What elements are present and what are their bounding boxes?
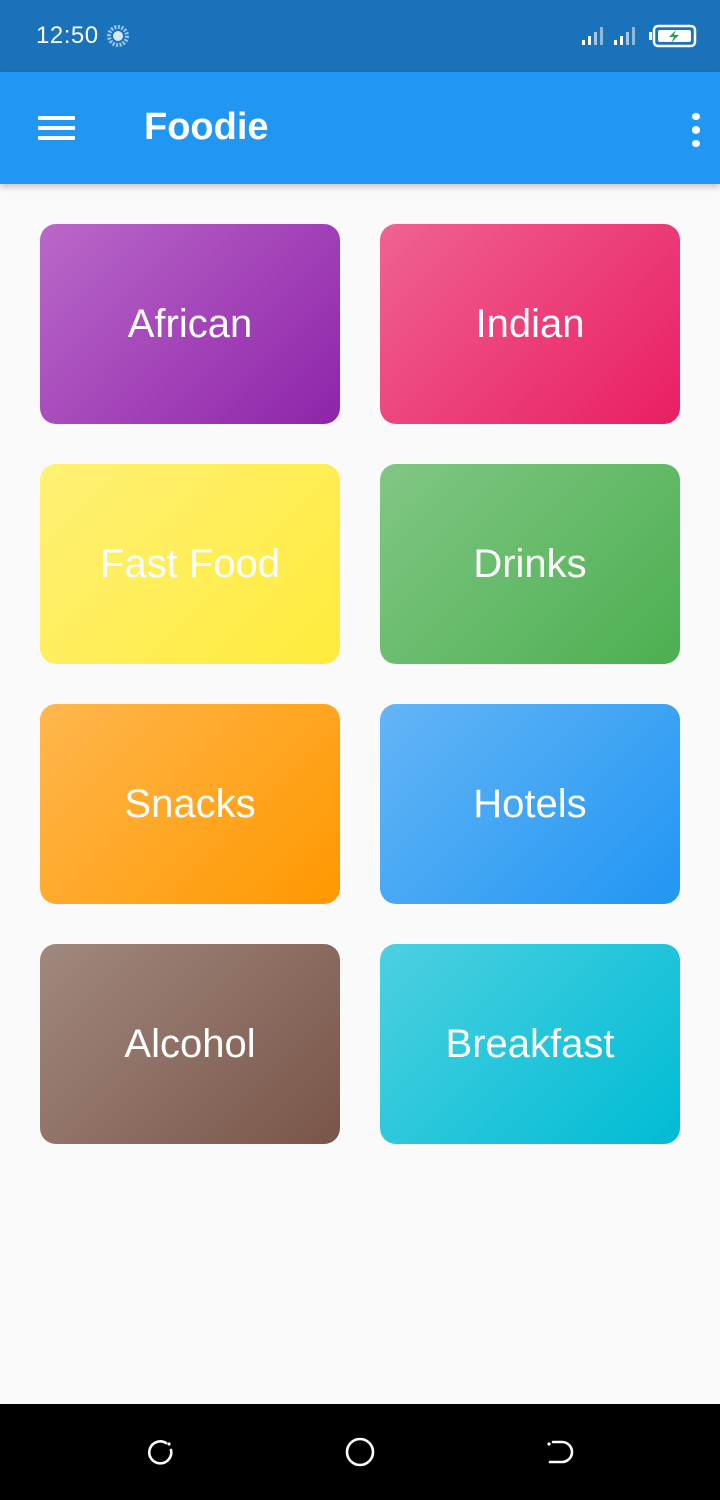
more-vert-icon[interactable] [680,110,712,150]
recent-apps-icon[interactable] [144,1436,176,1468]
category-label: Breakfast [445,1021,615,1066]
category-tile-drinks[interactable]: Drinks [380,464,680,664]
category-label: Snacks [124,781,256,826]
category-label: Hotels [473,781,587,826]
battery-charging-icon [649,24,697,48]
category-label: Indian [475,301,585,346]
home-icon[interactable] [344,1436,376,1468]
spinner-icon [107,25,129,47]
category-tile-fast-food[interactable]: Fast Food [40,464,340,664]
category-tile-hotels[interactable]: Hotels [380,704,680,904]
signal-icon [582,27,603,45]
category-label: Fast Food [99,541,281,586]
back-icon[interactable] [544,1436,576,1468]
category-tile-breakfast[interactable]: Breakfast [380,944,680,1144]
category-tile-snacks[interactable]: Snacks [40,704,340,904]
category-tile-alcohol[interactable]: Alcohol [40,944,340,1144]
status-time: 12:50 [36,22,99,49]
app-bar: Foodie [0,72,720,184]
category-grid: African Indian Fast Food Drinks Snacks H… [40,224,680,1144]
system-nav-bar [0,1404,720,1500]
status-bar: 12:50 [0,0,720,72]
signal-icon [614,27,635,45]
category-label: Alcohol [124,1021,256,1066]
category-tile-african[interactable]: African [40,224,340,424]
app-title: Foodie [144,106,269,148]
category-label: African [127,301,253,346]
hamburger-menu-icon[interactable] [28,108,84,148]
category-tile-indian[interactable]: Indian [380,224,680,424]
category-label: Drinks [473,541,587,586]
